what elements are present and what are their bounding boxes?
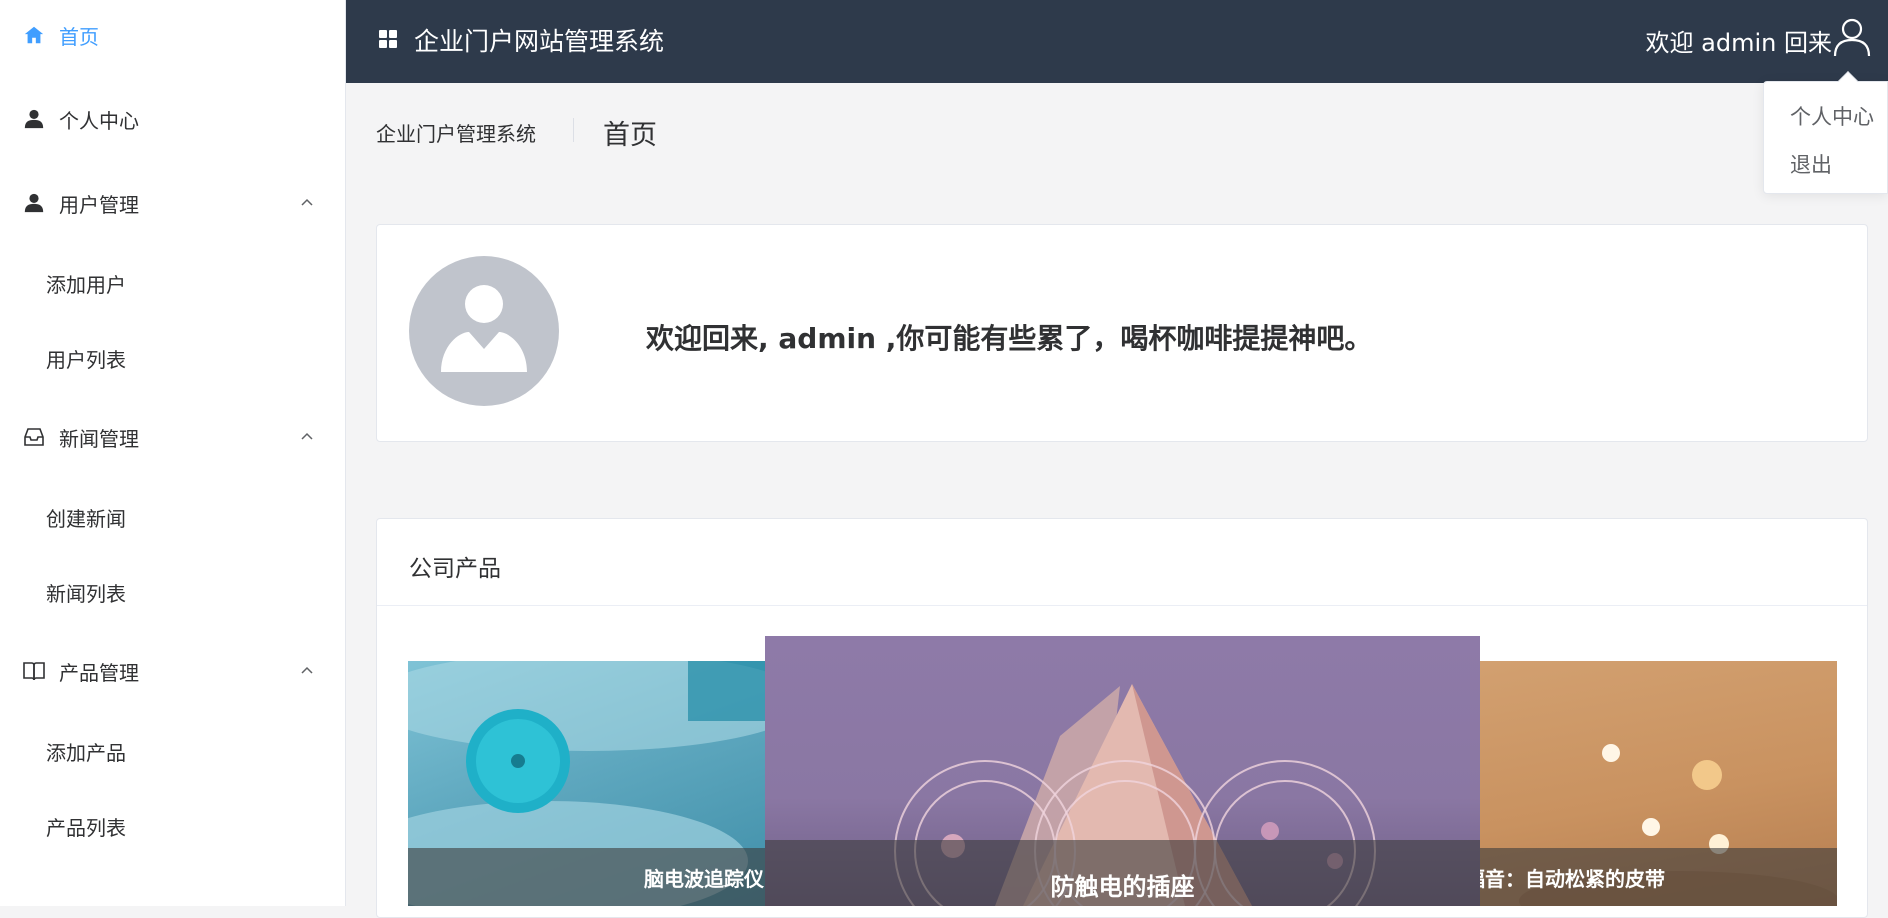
user-avatar-icon[interactable] [1832,16,1872,58]
sidebar-subitem-label: 新闻列表 [46,581,126,606]
sidebar-item-label: 个人中心 [59,108,139,133]
sidebar-item-home[interactable]: 首页 [0,5,345,65]
carousel-slide-right[interactable]: 福音：自动松紧的皮带 [1479,661,1837,906]
top-header: 企业门户网站管理系统 欢迎 admin 回来 [346,0,1888,83]
welcome-text: 欢迎 admin 回来 [1645,29,1832,57]
book-icon [22,659,46,683]
dropdown-item-profile[interactable]: 个人中心 [1790,101,1874,131]
sidebar-subitem-add-product[interactable]: 添加产品 [0,721,345,781]
slide-caption-text: 福音：自动松紧的皮带 [1479,866,1665,891]
sidebar-item-news-management[interactable]: 新闻管理 [0,407,345,467]
slide-caption: 防触电的插座 [765,840,1480,906]
sidebar-subitem-label: 创建新闻 [46,506,126,531]
sidebar-subitem-label: 产品列表 [46,815,126,840]
welcome-card: 欢迎回来, admin ,你可能有些累了，喝杯咖啡提提神吧。 [376,224,1868,442]
chevron-up-icon [301,666,313,674]
breadcrumb-divider [573,118,574,142]
sidebar-subitem-label: 用户列表 [46,347,126,372]
carousel-slide-active[interactable]: 防触电的插座 [765,636,1480,906]
sidebar-subitem-label: 添加用户 [46,272,126,297]
user-icon [22,191,46,215]
avatar [409,256,559,406]
chevron-up-icon [301,198,313,206]
sidebar-item-label: 新闻管理 [59,426,139,451]
sidebar: 首页 个人中心 用户管理 添加用户 用户列表 新闻管理 创建新闻 新闻列表 产品… [0,0,346,906]
page-title: 首页 [603,120,657,151]
slide-caption: 脑电波追踪仪 [408,848,766,906]
app-title: 企业门户网站管理系统 [414,27,665,56]
user-dropdown-menu: 个人中心 退出 [1763,71,1888,194]
sidebar-subitem-product-list[interactable]: 产品列表 [0,796,345,856]
sidebar-item-profile[interactable]: 个人中心 [0,89,345,149]
grid-menu-icon[interactable] [379,30,397,48]
slide-caption: 福音：自动松紧的皮带 [1479,848,1837,906]
carousel-slide-left[interactable]: 脑电波追踪仪 [408,661,766,906]
welcome-message: 欢迎回来, admin ,你可能有些累了，喝杯咖啡提提神吧。 [646,322,1373,355]
sidebar-subitem-create-news[interactable]: 创建新闻 [0,487,345,547]
sidebar-subitem-label: 添加产品 [46,740,126,765]
sidebar-item-label: 用户管理 [59,192,139,217]
breadcrumb-root[interactable]: 企业门户管理系统 [376,118,536,147]
home-icon [22,23,46,47]
sidebar-item-label: 首页 [59,24,99,49]
sidebar-item-product-management[interactable]: 产品管理 [0,641,345,701]
sidebar-item-label: 产品管理 [59,660,139,685]
dropdown-item-logout[interactable]: 退出 [1790,149,1832,179]
sidebar-item-user-management[interactable]: 用户管理 [0,173,345,233]
person-icon [22,107,46,131]
products-card-header: 公司产品 [377,519,1867,606]
inbox-icon [22,425,46,449]
sidebar-subitem-add-user[interactable]: 添加用户 [0,253,345,313]
sidebar-subitem-news-list[interactable]: 新闻列表 [0,562,345,622]
sidebar-subitem-user-list[interactable]: 用户列表 [0,328,345,388]
products-title: 公司产品 [409,556,501,582]
chevron-up-icon [301,432,313,440]
